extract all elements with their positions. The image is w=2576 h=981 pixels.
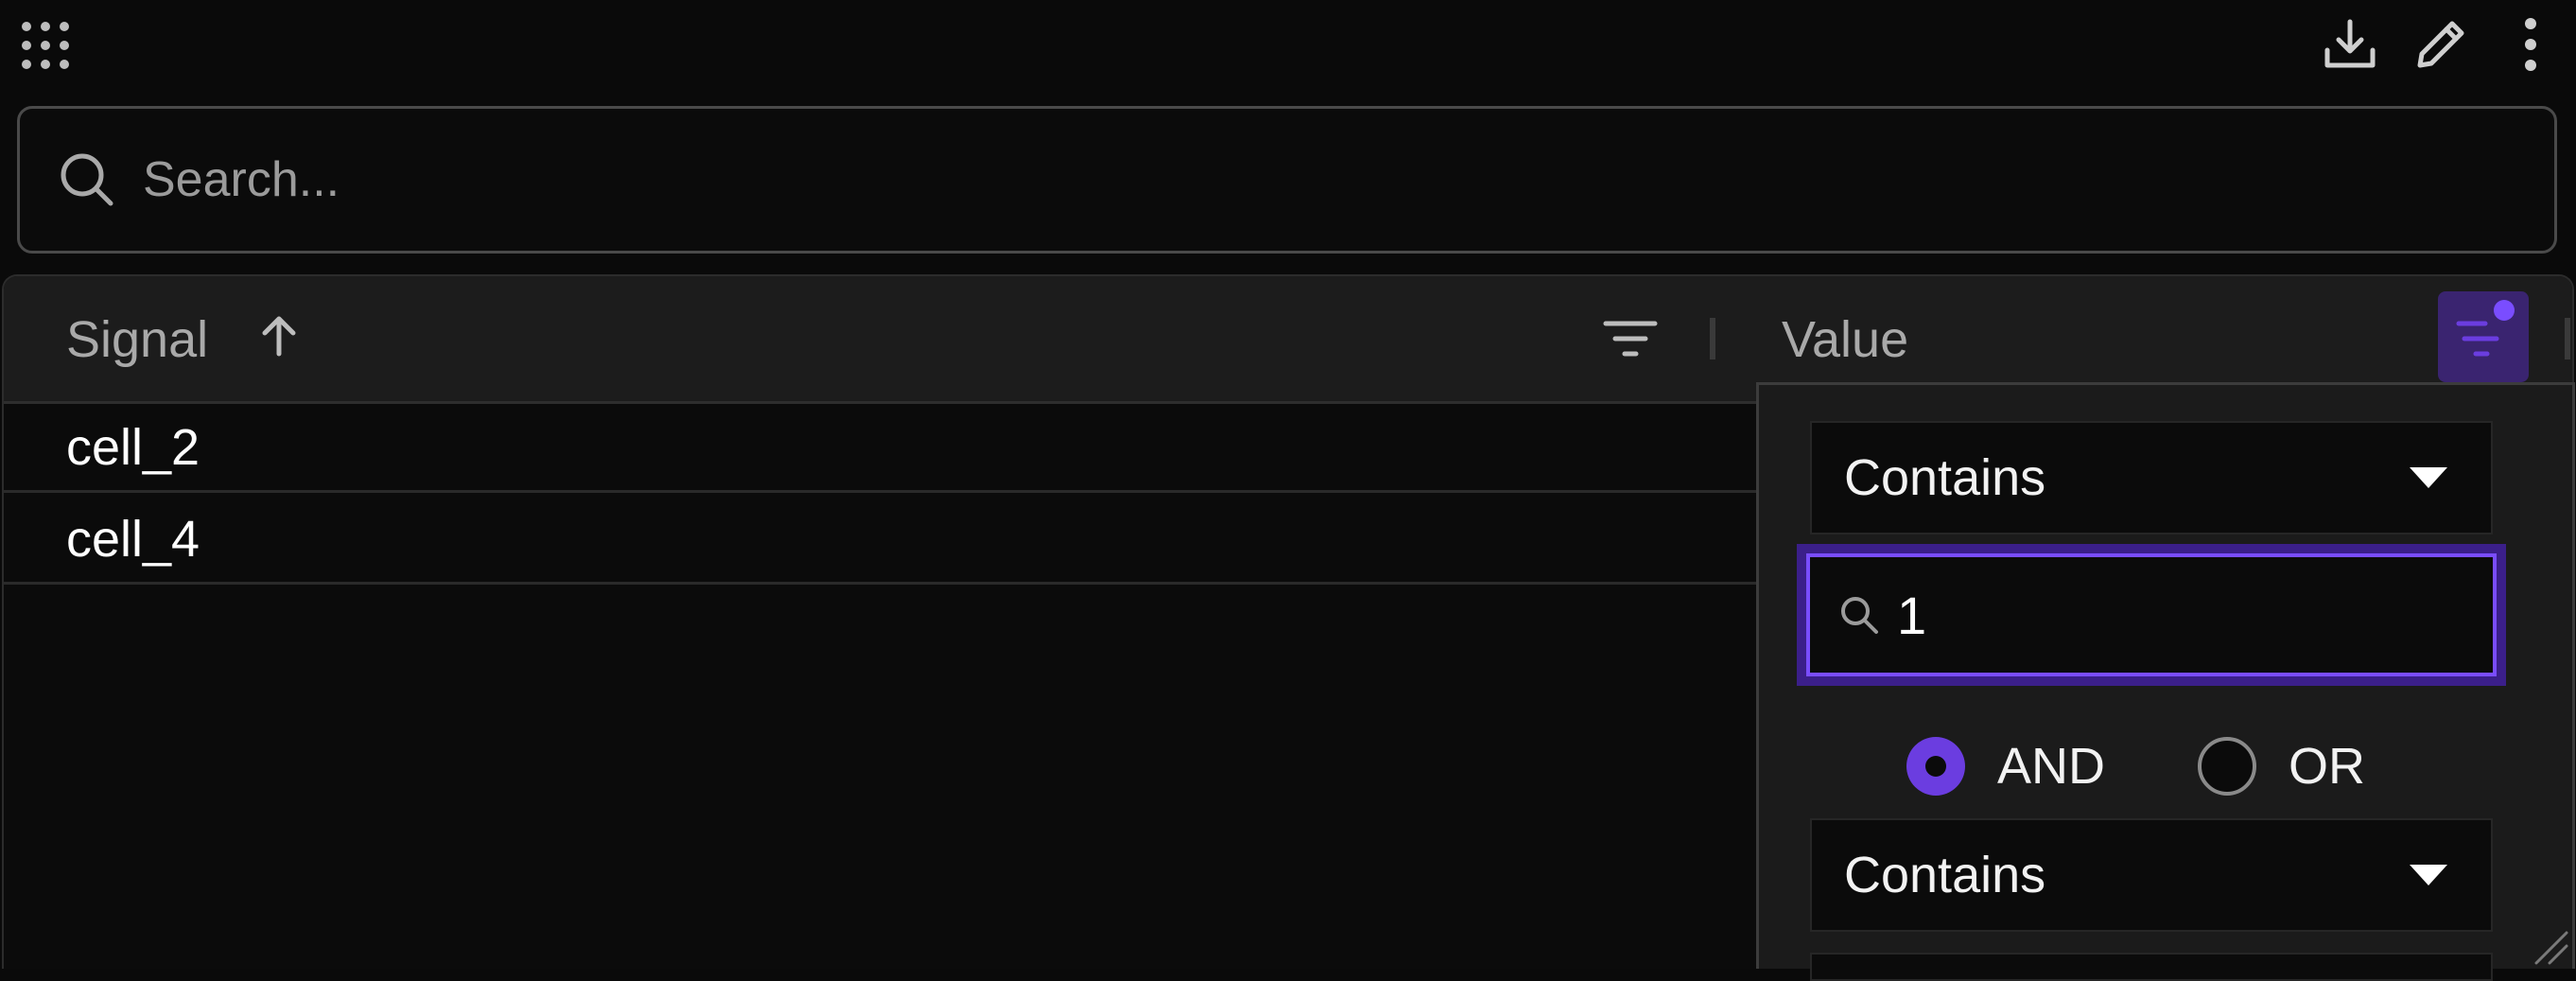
resize-grip-icon[interactable] [2531,927,2568,965]
filter-active-icon [2456,300,2515,357]
caret-down-icon [2410,467,2447,488]
and-radio[interactable]: AND [1906,737,2105,796]
signal-filter-icon[interactable] [1602,318,1659,366]
sort-ascending-icon[interactable] [257,314,301,362]
caret-down-icon [2410,865,2447,885]
filter-condition-select-2[interactable]: Contains [1810,818,2493,932]
column-header-value[interactable]: Value [1782,310,1908,369]
join-operator-group: AND OR [1759,737,2572,813]
and-label: AND [1997,738,2106,795]
download-icon [2324,19,2376,68]
condition-label: Contains [1844,449,2046,506]
signal-cell: cell_2 [66,419,200,476]
radio-unselected-icon [2198,737,2256,796]
search-icon [58,149,120,211]
column-filter-popup: Contains 1 AND OR Contains [1756,382,2575,981]
filter-value-field[interactable]: 1 [1797,544,2506,686]
filter-condition-select-1[interactable]: Contains [1810,421,2493,534]
signal-cell: cell_4 [66,511,200,568]
edit-button[interactable] [2410,13,2472,76]
value-filter-button[interactable] [2438,291,2529,382]
filter-value-input-2[interactable] [1810,953,2493,981]
or-label: OR [2289,738,2365,795]
search-icon [1841,597,1878,634]
more-options-button[interactable] [2514,13,2548,76]
search-input[interactable] [141,150,2414,209]
grid-dots-icon [22,22,69,69]
filter-value-text: 1 [1897,585,1927,645]
pencil-icon [2417,21,2464,68]
column-resize-handle[interactable] [1710,318,1715,359]
more-vertical-icon [2525,18,2536,71]
or-radio[interactable]: OR [2198,737,2365,796]
filter-value-input[interactable]: 1 [1806,553,2497,676]
column-resize-handle[interactable] [2565,318,2570,359]
apps-grid-button[interactable] [17,17,74,74]
column-header-signal[interactable]: Signal [66,310,208,369]
radio-selected-icon [1906,737,1965,796]
search-bar[interactable] [17,106,2557,254]
condition-label: Contains [1844,847,2046,903]
download-button[interactable] [2319,13,2381,76]
